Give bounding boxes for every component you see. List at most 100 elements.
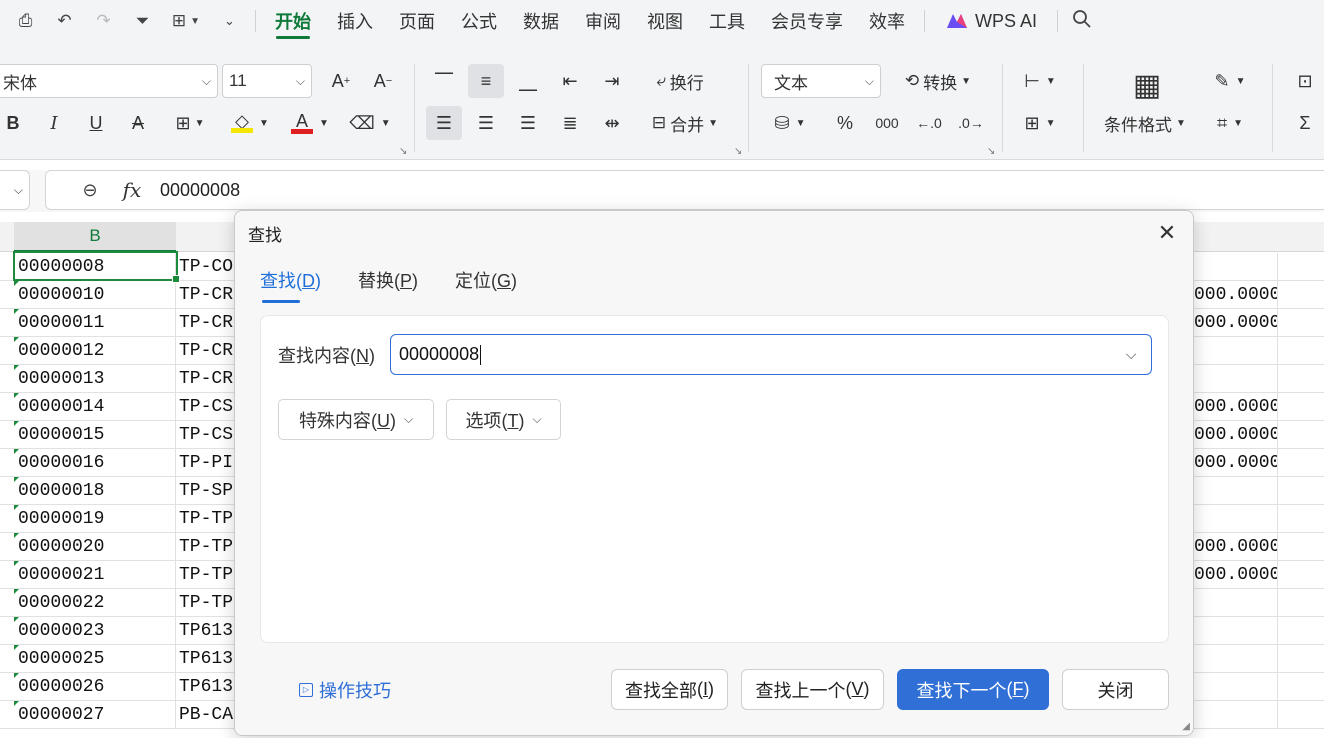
redo-icon[interactable]: ↷ — [84, 5, 123, 37]
eraser-icon[interactable]: ⌫ ▼ — [346, 106, 394, 140]
close-button[interactable]: 关闭 — [1062, 669, 1169, 710]
more-chevron-icon[interactable]: ⌄ — [210, 5, 249, 37]
fx-icon[interactable]: fx — [110, 178, 154, 202]
italic-icon[interactable]: I — [38, 106, 70, 140]
border-icon[interactable]: ⊞ ▼ — [166, 106, 214, 140]
fill-icon[interactable]: ⊡ — [1286, 64, 1324, 98]
undo-icon[interactable]: ↶ — [45, 5, 84, 37]
cell-n[interactable] — [1194, 337, 1278, 365]
cell-n[interactable] — [1194, 673, 1278, 701]
cell-n[interactable]: 000.0000 — [1194, 309, 1278, 337]
find-content-input[interactable]: 00000008 ⌵ — [390, 334, 1152, 375]
cell-b[interactable]: 00000027 — [14, 701, 176, 729]
tips-link[interactable]: ▷ 操作技巧 — [299, 677, 391, 703]
decrease-decimal-icon[interactable]: .0→ — [952, 106, 990, 140]
convert-button[interactable]: ⟲ 转换 ▼ — [892, 64, 984, 98]
cell-b[interactable]: 00000020 — [14, 533, 176, 561]
tab-replace[interactable]: 替换(P) — [358, 267, 418, 293]
alignment-dialog-launcher-icon[interactable]: ↘ — [734, 146, 742, 157]
name-box[interactable]: ⌵ — [0, 170, 30, 210]
cell-c[interactable]: TP-TP — [176, 561, 236, 589]
cell-n[interactable]: 000.0000 — [1194, 421, 1278, 449]
find-next-button[interactable]: 查找下一个(F) — [897, 669, 1049, 710]
cell-b[interactable]: 00000015 — [14, 421, 176, 449]
justify-icon[interactable]: ≣ — [552, 106, 588, 140]
tab-view[interactable]: 视图 — [634, 0, 696, 42]
cell-b[interactable]: 00000019 — [14, 505, 176, 533]
cell-n[interactable] — [1194, 253, 1278, 281]
cell-n[interactable]: 000.0000 — [1194, 449, 1278, 477]
cell-b[interactable]: 00000018 — [14, 477, 176, 505]
cell-b[interactable]: 00000010 — [14, 281, 176, 309]
tab-formula[interactable]: 公式 — [448, 0, 510, 42]
search-icon[interactable] — [1064, 9, 1100, 34]
cell-c[interactable]: TP-TP — [176, 505, 236, 533]
cell-c[interactable]: TP-SP — [176, 477, 236, 505]
percent-icon[interactable]: % — [828, 106, 862, 140]
cell-c[interactable]: TP-CR — [176, 309, 236, 337]
find-previous-button[interactable]: 查找上一个(V) — [741, 669, 884, 710]
column-header-a[interactable] — [0, 222, 14, 252]
close-icon[interactable]: ✕ — [1153, 219, 1181, 247]
cell-c[interactable]: TP-TP — [176, 589, 236, 617]
currency-icon[interactable]: ⛁ ▼ — [766, 106, 814, 140]
tab-insert[interactable]: 插入 — [324, 0, 386, 42]
underline-icon[interactable]: U — [80, 106, 112, 140]
tab-data[interactable]: 数据 — [510, 0, 572, 42]
resize-grip-icon[interactable]: ◢ — [1182, 721, 1190, 732]
table-style-icon[interactable]: ⊞ ▼ — [1014, 106, 1066, 140]
options-button[interactable]: 选项(T) ⌵ — [446, 399, 561, 440]
cell-b[interactable]: 00000025 — [14, 645, 176, 673]
cell-b[interactable]: 00000021 — [14, 561, 176, 589]
cell-c[interactable]: TP-CR — [176, 337, 236, 365]
print-preview-icon[interactable]: ⎙ — [6, 5, 45, 37]
cell-style-icon[interactable]: ✎ ▼ — [1204, 64, 1256, 98]
cell-b[interactable]: 00000012 — [14, 337, 176, 365]
tab-home[interactable]: 开始 — [262, 0, 324, 42]
align-left-icon[interactable]: ☰ — [426, 106, 462, 140]
cell-n[interactable] — [1194, 645, 1278, 673]
merge-button[interactable]: ⊟ 合并 ▼ — [640, 106, 730, 140]
wrap-text-button[interactable]: ⤶ 换行 — [640, 64, 720, 98]
table-format-icon[interactable]: ⊞ ▼ — [162, 5, 210, 37]
wps-ai-button[interactable]: WPS AI — [931, 11, 1051, 32]
align-middle-icon[interactable]: ≡ — [468, 64, 504, 98]
number-format-select[interactable]: 文本 ⌵ — [761, 64, 881, 98]
cell-c[interactable]: TP-TP — [176, 533, 236, 561]
column-header-b[interactable]: B — [14, 222, 176, 252]
tab-member[interactable]: 会员专享 — [758, 0, 856, 42]
cell-b[interactable]: 00000013 — [14, 365, 176, 393]
cell-c[interactable]: TP-CS — [176, 393, 236, 421]
distribute-icon[interactable]: ⇹ — [594, 106, 630, 140]
cell-b[interactable]: 00000023 — [14, 617, 176, 645]
bold-icon[interactable]: B — [0, 106, 26, 140]
align-right-icon[interactable]: ☰ — [510, 106, 546, 140]
cell-c[interactable]: TP-CO — [176, 253, 236, 281]
decrease-font-icon[interactable]: A − — [364, 64, 402, 98]
strikethrough-icon[interactable]: A — [122, 106, 154, 140]
cell-c[interactable]: TP613 — [176, 673, 236, 701]
cell-n[interactable] — [1194, 505, 1278, 533]
cell-n[interactable]: 000.0000 — [1194, 533, 1278, 561]
align-bottom-icon[interactable]: ⎽ — [510, 64, 546, 98]
cell-c[interactable]: TP-CR — [176, 365, 236, 393]
increase-font-icon[interactable]: A + — [322, 64, 360, 98]
tab-goto[interactable]: 定位(G) — [455, 267, 517, 293]
cell-b[interactable]: 00000026 — [14, 673, 176, 701]
align-center-icon[interactable]: ☰ — [468, 106, 504, 140]
cell-b[interactable]: 00000022 — [14, 589, 176, 617]
font-name-select[interactable]: 宋体 ⌵ — [0, 64, 218, 98]
increase-decimal-icon[interactable]: ←.0 — [910, 106, 948, 140]
tab-page[interactable]: 页面 — [386, 0, 448, 42]
sum-icon[interactable]: Σ — [1286, 106, 1324, 140]
cell-n[interactable] — [1194, 617, 1278, 645]
zoom-formula-icon[interactable]: ⊖ — [70, 180, 110, 201]
tab-tools[interactable]: 工具 — [696, 0, 758, 42]
decrease-indent-icon[interactable]: ⇤ — [552, 64, 588, 98]
cell-b[interactable]: 00000014 — [14, 393, 176, 421]
cell-n[interactable]: 000.0000 — [1194, 393, 1278, 421]
cell-n[interactable]: 000.0000 — [1194, 561, 1278, 589]
cell-c[interactable]: TP613 — [176, 645, 236, 673]
font-size-select[interactable]: 11 ⌵ — [222, 64, 312, 98]
increase-indent-icon[interactable]: ⇥ — [594, 64, 630, 98]
